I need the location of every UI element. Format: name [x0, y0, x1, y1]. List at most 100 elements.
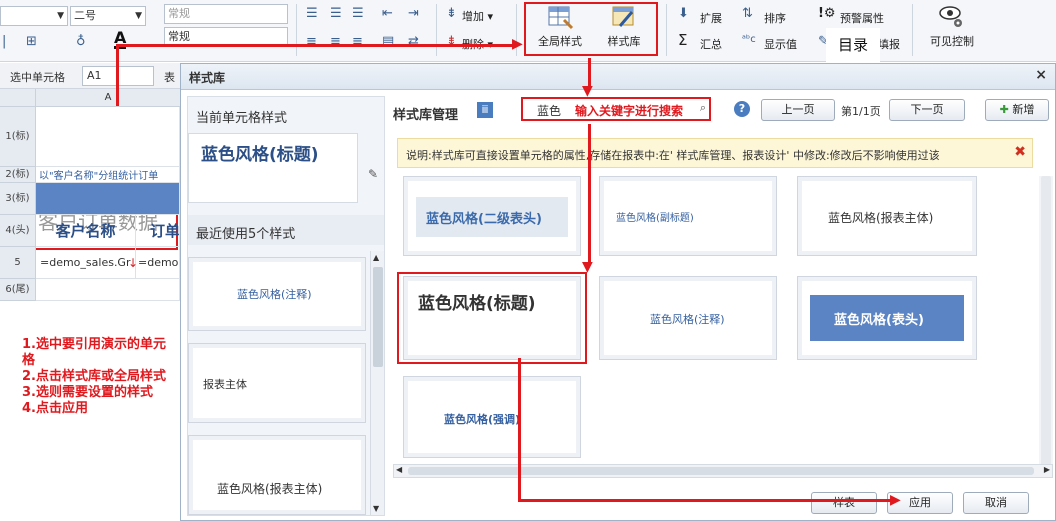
- search-box[interactable]: 蓝色 输入关键字进行搜索 ⌕: [521, 97, 711, 121]
- current-style-card[interactable]: 蓝色风格(标题): [188, 133, 358, 203]
- formula-cell-1[interactable]: =demo_sales.Gr: [36, 247, 136, 279]
- current-style-name: 蓝色风格(标题): [201, 145, 319, 165]
- align-top-icon[interactable]: ☰: [306, 6, 318, 22]
- add-menu[interactable]: 增加 ▾: [462, 8, 493, 24]
- align-center-icon[interactable]: ≡: [330, 34, 341, 50]
- border-icon[interactable]: ⊞: [26, 34, 37, 50]
- indent-decrease-icon[interactable]: ⇤: [382, 6, 393, 22]
- style-name: 蓝色风格(二级表头): [426, 212, 542, 227]
- divider: [666, 4, 667, 56]
- row-header[interactable]: 4(头): [0, 215, 36, 247]
- recent-scrollbar[interactable]: ▲ ▼: [370, 251, 384, 515]
- search-input[interactable]: 蓝色: [537, 102, 561, 119]
- recent-style-item[interactable]: 蓝色风格(报表主体): [188, 435, 366, 515]
- style-tile[interactable]: 蓝色风格(副标题): [599, 176, 777, 256]
- style-manage-label[interactable]: 样式库管理: [393, 104, 458, 123]
- horizontal-scrollbar-thumb[interactable]: [408, 467, 1034, 475]
- alert-properties-button[interactable]: 预警属性: [840, 10, 884, 26]
- arrow-down-icon: ↓: [128, 256, 139, 270]
- underline-icon[interactable]: |: [2, 34, 6, 50]
- spreadsheet-grid: A 1(标) 客户订单数据 2(标) 以"客户名称"分组统计订单 3(标) 4(…: [0, 89, 180, 309]
- column-a-label: A: [104, 92, 112, 103]
- instruction-step: 3.选则需要设置的样式: [22, 385, 153, 400]
- style-tile[interactable]: 蓝色风格(强调): [403, 376, 581, 458]
- scroll-up-icon[interactable]: ▲: [373, 253, 379, 262]
- font-family-select[interactable]: ▼: [0, 6, 68, 26]
- align-left-icon[interactable]: ≡: [306, 34, 317, 50]
- font-size-select[interactable]: 二号 ▼: [70, 6, 146, 26]
- style-tile[interactable]: 蓝色风格(二级表头): [403, 176, 581, 256]
- recent-style-name: 蓝色风格(报表主体): [217, 482, 323, 496]
- fill-color-icon[interactable]: ♁: [76, 34, 86, 50]
- cancel-button[interactable]: 取消: [963, 492, 1029, 514]
- prev-page-button[interactable]: 上一页: [761, 99, 835, 121]
- formula-cell-2[interactable]: =demo: [136, 247, 180, 279]
- edit-icon[interactable]: ✎: [368, 167, 378, 181]
- scroll-left-icon[interactable]: ◀: [396, 465, 402, 474]
- sort-icon: ⇅: [742, 6, 753, 21]
- add-style-label: 新增: [1012, 103, 1035, 116]
- align-right-icon[interactable]: ≡: [352, 34, 363, 50]
- column-header-a[interactable]: A: [36, 89, 180, 107]
- recent-header: 最近使用5个样式: [188, 215, 384, 245]
- instruction-step: 1.选中要引用演示的单元格: [22, 337, 166, 368]
- scroll-right-icon[interactable]: ▶: [1044, 465, 1050, 474]
- sort-button[interactable]: 排序: [764, 10, 786, 26]
- grid-scrollbar-thumb[interactable]: [1041, 176, 1051, 466]
- header-cell-customer[interactable]: 客户名称: [36, 215, 136, 247]
- row-header[interactable]: 6(尾): [0, 279, 36, 301]
- align-middle-icon[interactable]: ☰: [330, 6, 342, 22]
- number-format-select[interactable]: 常规: [164, 4, 288, 24]
- summary-button[interactable]: 汇总: [700, 36, 722, 52]
- grid-scrollbar[interactable]: [1039, 176, 1053, 466]
- dialog-titlebar: 样式库 ×: [181, 64, 1055, 90]
- add-style-button[interactable]: ✚ 新增: [985, 99, 1049, 121]
- row-header[interactable]: 5: [0, 247, 36, 279]
- banner-cell[interactable]: [36, 183, 180, 215]
- horizontal-scrollbar[interactable]: ◀ ▶: [393, 464, 1053, 478]
- delete-row-icon: ⇟: [446, 34, 457, 49]
- wrap-icon[interactable]: ▤: [382, 34, 394, 50]
- number-format-value-2: 常规: [168, 30, 190, 43]
- align-bottom-icon[interactable]: ☰: [352, 6, 364, 22]
- highlight-style-buttons: [524, 2, 658, 56]
- add-row-icon: ⇟: [446, 6, 457, 21]
- style-tile[interactable]: 蓝色风格(注释): [599, 276, 777, 360]
- current-style-label: 当前单元格样式: [196, 111, 288, 126]
- next-page-label: 下一页: [910, 103, 944, 116]
- style-tile[interactable]: 蓝色风格(报表主体): [797, 176, 977, 256]
- title-cell[interactable]: [36, 107, 180, 167]
- recent-style-name: 蓝色风格(注释): [237, 288, 312, 301]
- display-value-button[interactable]: 显示值: [764, 36, 797, 52]
- subtitle-cell[interactable]: 以"客户名称"分组统计订单: [36, 167, 180, 183]
- close-icon[interactable]: ×: [1035, 67, 1047, 83]
- divider: [296, 4, 297, 56]
- directory-tooltip: 目录: [826, 28, 880, 62]
- expand-button[interactable]: 扩展: [700, 10, 722, 26]
- scrollbar-thumb[interactable]: [373, 267, 383, 367]
- indent-increase-icon[interactable]: ⇥: [408, 6, 419, 22]
- row-header[interactable]: 1(标): [0, 107, 36, 167]
- arrow-right-icon: ▶: [890, 492, 901, 508]
- preview-button[interactable]: 样表: [811, 492, 877, 514]
- directory-label: 目录: [837, 36, 868, 54]
- style-tile[interactable]: 蓝色风格(表头): [797, 276, 977, 360]
- merge-icon[interactable]: ⇄: [408, 34, 419, 50]
- visibility-control-button[interactable]: 可见控制: [924, 4, 980, 56]
- help-icon[interactable]: ?: [734, 101, 750, 117]
- cancel-label: 取消: [985, 496, 1007, 509]
- next-page-button[interactable]: 下一页: [889, 99, 965, 121]
- alert-icon: !⚙: [818, 6, 836, 21]
- preview-label: 样表: [833, 496, 855, 509]
- notice-close-icon[interactable]: ✖: [1014, 144, 1026, 160]
- row-header[interactable]: 3(标): [0, 183, 36, 215]
- recent-style-item[interactable]: 蓝色风格(注释): [188, 257, 366, 331]
- footer-cell[interactable]: [36, 279, 180, 301]
- manage-icon[interactable]: ⅲ: [477, 102, 493, 118]
- row-header[interactable]: 2(标): [0, 167, 36, 183]
- search-icon[interactable]: ⌕: [700, 101, 706, 115]
- fill-report-button[interactable]: 填报: [878, 36, 900, 52]
- recent-style-item[interactable]: 报表主体: [188, 343, 366, 423]
- header-cell-order[interactable]: 订单: [136, 215, 180, 247]
- scroll-down-icon[interactable]: ▼: [373, 504, 379, 513]
